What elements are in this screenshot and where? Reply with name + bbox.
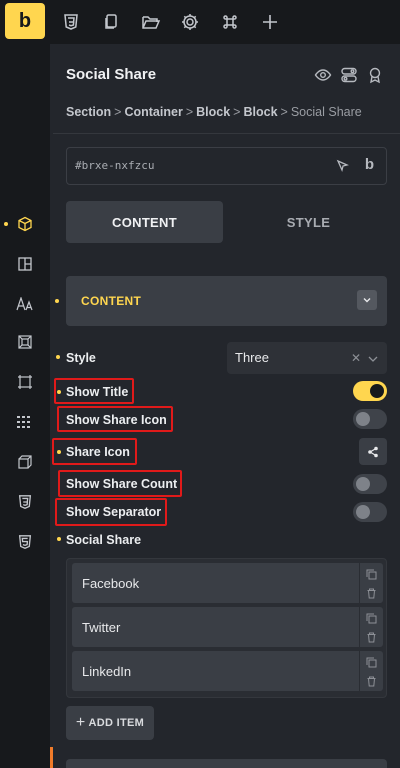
active-indicator: [4, 222, 8, 226]
list-item[interactable]: Twitter: [72, 607, 383, 647]
trash-icon: [367, 676, 376, 687]
tab-content[interactable]: CONTENT: [66, 201, 223, 243]
style-label: Style: [66, 351, 96, 365]
gear-icon[interactable]: [178, 10, 202, 34]
cube-icon[interactable]: [15, 214, 35, 234]
show-share-icon-toggle[interactable]: [353, 409, 387, 429]
breadcrumb-section[interactable]: Section: [66, 105, 111, 119]
share-icon-label: Share Icon: [66, 445, 130, 459]
command-icon[interactable]: [218, 10, 242, 34]
show-separator-toggle[interactable]: [353, 502, 387, 522]
chevron-down-icon[interactable]: [357, 290, 377, 310]
field-indicator-dot: [57, 450, 61, 454]
grid-dots-icon[interactable]: [15, 412, 35, 432]
style-select[interactable]: Three ✕: [227, 342, 387, 374]
copy-icon[interactable]: [99, 10, 123, 34]
badge-icon[interactable]: [366, 66, 384, 84]
show-title-label: Show Title: [66, 385, 129, 399]
add-item-label: ADD ITEM: [88, 717, 145, 729]
social-share-label: Social Share: [66, 533, 142, 547]
clone-icon: [366, 569, 377, 580]
field-indicator-dot: [56, 355, 60, 359]
group-indicator-dot: [55, 299, 59, 303]
item-actions: [359, 563, 383, 603]
next-group-header[interactable]: [66, 759, 387, 768]
plus-icon: +: [75, 714, 86, 731]
list-item[interactable]: LinkedIn: [72, 651, 383, 691]
layout-icon[interactable]: [15, 254, 35, 274]
add-item-button[interactable]: + ADD ITEM: [66, 706, 154, 740]
clear-icon[interactable]: ✕: [351, 351, 361, 365]
breadcrumb-container[interactable]: Container: [124, 105, 182, 119]
list-item-label: Facebook: [82, 576, 140, 591]
trash-icon: [367, 588, 376, 599]
element-id-text: #brxe-nxfzcu: [75, 159, 155, 172]
list-item-label: LinkedIn: [82, 664, 132, 679]
item-actions: [359, 651, 383, 691]
clone-icon: [366, 657, 377, 668]
show-title-toggle[interactable]: [353, 381, 387, 401]
toggle-knob: [356, 477, 370, 491]
breadcrumb-block[interactable]: Block: [196, 105, 230, 119]
crop-icon[interactable]: [15, 372, 35, 392]
social-share-repeater: Facebook Twitter LinkedIn: [66, 558, 387, 698]
html5-icon[interactable]: [15, 532, 35, 552]
trash-icon: [367, 632, 376, 643]
list-item[interactable]: Facebook: [72, 563, 383, 603]
breadcrumb-block-2[interactable]: Block: [243, 105, 277, 119]
field-indicator-dot: [57, 537, 61, 541]
style-select-value: Three: [235, 350, 269, 365]
element-category-rail: [0, 44, 50, 768]
clone-icon: [366, 613, 377, 624]
show-share-icon-label: Show Share Icon: [66, 413, 167, 427]
bricks-class-icon[interactable]: b: [365, 156, 374, 173]
show-share-count-toggle[interactable]: [353, 474, 387, 494]
folder-open-icon[interactable]: [139, 10, 163, 34]
breadcrumb-current: Social Share: [290, 105, 362, 119]
list-item-label: Twitter: [82, 620, 121, 635]
frame-icon[interactable]: [15, 332, 35, 352]
toggle-knob: [370, 384, 384, 398]
toggle-knob: [356, 505, 370, 519]
plus-icon[interactable]: [258, 10, 282, 34]
bricks-logo[interactable]: b: [5, 3, 45, 39]
top-toolbar: b: [0, 0, 400, 44]
toggle-settings-icon[interactable]: [340, 66, 358, 84]
show-share-count-label: Show Share Count: [66, 477, 178, 491]
divider: [53, 133, 400, 134]
css3-icon[interactable]: [59, 10, 83, 34]
toggle-knob: [356, 412, 370, 426]
share-icon-picker[interactable]: [359, 438, 387, 465]
element-id-field[interactable]: #brxe-nxfzcu b: [66, 147, 387, 185]
tab-style[interactable]: STYLE: [230, 201, 387, 243]
item-actions: [359, 607, 383, 647]
box-3d-icon[interactable]: [15, 452, 35, 472]
cursor-pointer-icon[interactable]: [336, 159, 350, 173]
content-group-header[interactable]: CONTENT: [66, 276, 387, 326]
chevron-down-icon[interactable]: [367, 352, 379, 364]
typography-icon[interactable]: [15, 294, 35, 314]
field-indicator-dot: [57, 390, 61, 394]
breadcrumb: Section > Container > Block > Block > Social Sha…: [66, 105, 362, 119]
show-separator-label: Show Separator: [66, 505, 162, 519]
panel-title: Social Share: [66, 66, 157, 83]
group-label: CONTENT: [81, 294, 142, 308]
css3-icon[interactable]: [15, 492, 35, 512]
share-icon: [368, 446, 378, 457]
eye-icon[interactable]: [314, 66, 332, 84]
